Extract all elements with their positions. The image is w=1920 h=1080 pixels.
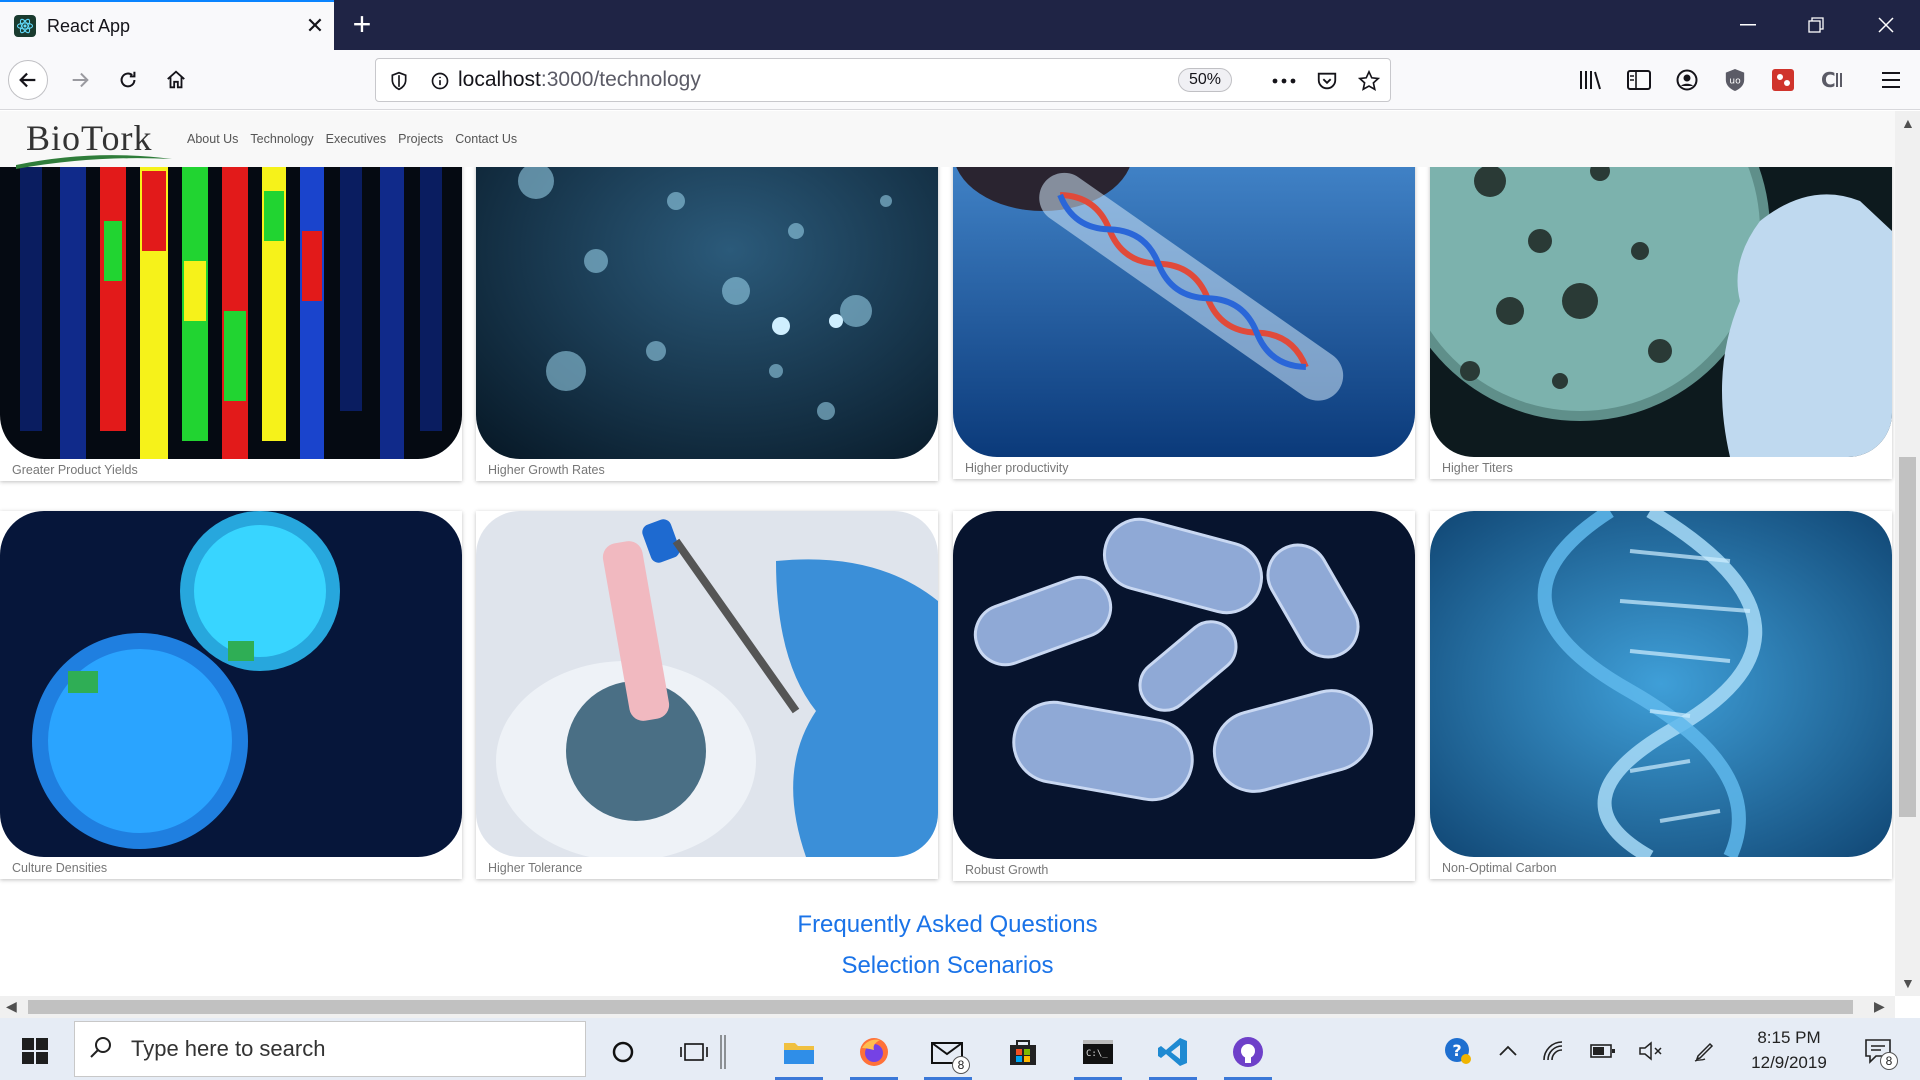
nav-technology[interactable]: Technology <box>250 132 313 146</box>
card-image-bacteria <box>953 511 1415 859</box>
nav-executives[interactable]: Executives <box>326 132 386 146</box>
card-image-dna-helix <box>1430 511 1892 857</box>
biotork-logo[interactable]: BioTork <box>16 117 172 169</box>
show-hidden-icons-chevron-icon[interactable] <box>1493 1038 1523 1064</box>
tech-card-non-optimal-carbon[interactable]: Non-Optimal Carbon <box>1430 511 1892 879</box>
nav-about-us[interactable]: About Us <box>187 132 238 146</box>
zoom-level-badge[interactable]: 50% <box>1178 68 1233 92</box>
menu-icon[interactable] <box>1876 65 1906 95</box>
reload-button[interactable] <box>108 60 148 100</box>
library-icon[interactable] <box>1576 65 1606 95</box>
battery-icon[interactable] <box>1588 1038 1618 1064</box>
taskbar-search-box[interactable]: Type here to search <box>74 1021 586 1077</box>
site-header: BioTork About Us Technology Executives P… <box>0 111 1895 169</box>
help-icon[interactable]: ? <box>1443 1038 1473 1064</box>
browser-toolbar: localhost:3000/technology 50% uo C <box>0 50 1920 110</box>
extension-c-icon[interactable]: C <box>1816 65 1846 95</box>
nav-contact-us[interactable]: Contact Us <box>455 132 517 146</box>
selection-scenarios-link[interactable]: Selection Scenarios <box>0 952 1895 980</box>
scroll-left-arrow-icon[interactable]: ◀ <box>6 998 17 1015</box>
site-nav: About Us Technology Executives Projects … <box>187 132 517 146</box>
notification-count-badge: 8 <box>1880 1052 1898 1070</box>
file-explorer-icon[interactable] <box>769 1024 829 1080</box>
tech-card-culture-densities[interactable]: Culture Densities <box>0 511 462 879</box>
start-button[interactable] <box>12 1034 58 1068</box>
page-actions-icon[interactable] <box>1271 68 1297 94</box>
vertical-scroll-thumb[interactable] <box>1899 457 1916 817</box>
close-window-button[interactable] <box>1852 0 1920 50</box>
info-icon[interactable] <box>427 68 453 94</box>
tab-title: React App <box>47 15 131 36</box>
back-button[interactable] <box>8 60 48 100</box>
search-placeholder: Type here to search <box>131 1036 326 1061</box>
windows-taskbar: Type here to search 8 C:\_ ? 8:15 PM 12/… <box>0 1018 1920 1080</box>
card-caption: Non-Optimal Carbon <box>1442 861 1557 875</box>
url-path: :3000/technology <box>540 68 701 91</box>
react-icon <box>14 15 36 37</box>
card-image-cryo-vial <box>476 511 938 857</box>
bookmark-star-icon[interactable] <box>1356 68 1382 94</box>
github-desktop-icon[interactable] <box>1218 1024 1278 1080</box>
sidebar-icon[interactable] <box>1624 65 1654 95</box>
volume-muted-icon[interactable] <box>1636 1038 1666 1064</box>
scroll-up-arrow-icon[interactable]: ▲ <box>1901 115 1915 131</box>
account-icon[interactable] <box>1672 65 1702 95</box>
microsoft-store-icon[interactable] <box>993 1024 1053 1080</box>
card-caption: Higher Titers <box>1442 461 1513 475</box>
url-bar[interactable]: localhost:3000/technology 50% <box>375 58 1391 102</box>
ublock-extension-icon[interactable]: uo <box>1720 65 1750 95</box>
scroll-right-arrow-icon[interactable]: ▶ <box>1874 998 1885 1015</box>
home-button[interactable] <box>156 60 196 100</box>
pen-icon[interactable] <box>1690 1038 1720 1064</box>
extension-red-icon[interactable] <box>1768 65 1798 95</box>
svg-text:?: ? <box>1452 1041 1461 1060</box>
tech-card-higher-tolerance[interactable]: Higher Tolerance <box>476 511 938 879</box>
taskbar-separator <box>713 1024 733 1080</box>
card-caption: Higher productivity <box>965 461 1069 475</box>
clock-time: 8:15 PM <box>1757 1028 1821 1047</box>
page-viewport: Greater Product Yields Higher Growth Rat… <box>0 111 1895 996</box>
firefox-icon[interactable] <box>844 1024 904 1080</box>
system-clock[interactable]: 8:15 PM 12/9/2019 <box>1724 1025 1854 1075</box>
search-icon <box>89 1035 113 1064</box>
url-text[interactable]: localhost:3000/technology <box>458 68 1390 92</box>
faq-link[interactable]: Frequently Asked Questions <box>0 911 1895 939</box>
svg-text:C: C <box>1821 68 1836 92</box>
network-icon[interactable] <box>1540 1038 1570 1064</box>
mail-count-badge: 8 <box>952 1056 970 1074</box>
cortana-icon[interactable] <box>593 1024 653 1080</box>
card-caption: Culture Densities <box>12 861 108 875</box>
scroll-down-arrow-icon[interactable]: ▼ <box>1901 975 1915 991</box>
card-caption: Higher Growth Rates <box>488 463 605 477</box>
card-image-glowing-plates <box>0 511 462 857</box>
pocket-icon[interactable] <box>1314 68 1340 94</box>
svg-text:uo: uo <box>1729 76 1741 87</box>
close-tab-icon[interactable]: ✕ <box>296 13 334 39</box>
browser-titlebar: React App ✕ + <box>0 0 1920 50</box>
clock-date: 12/9/2019 <box>1751 1053 1827 1072</box>
card-caption: Higher Tolerance <box>488 861 583 875</box>
minimize-button[interactable] <box>1714 0 1782 50</box>
nav-projects[interactable]: Projects <box>398 132 443 146</box>
restore-button[interactable] <box>1782 0 1850 50</box>
shield-icon[interactable] <box>386 68 412 94</box>
terminal-icon[interactable]: C:\_ <box>1068 1024 1128 1080</box>
svg-text:C:\_: C:\_ <box>1086 1049 1108 1059</box>
card-caption: Robust Growth <box>965 863 1049 877</box>
card-caption: Greater Product Yields <box>12 463 138 477</box>
tech-card-robust-growth[interactable]: Robust Growth <box>953 511 1415 881</box>
new-tab-button[interactable]: + <box>344 6 380 42</box>
action-center-icon[interactable]: 8 <box>1856 1038 1900 1070</box>
url-host: localhost <box>458 68 541 91</box>
horizontal-scroll-thumb[interactable] <box>28 1000 1853 1014</box>
mail-icon[interactable]: 8 <box>918 1024 978 1080</box>
forward-button[interactable] <box>60 60 100 100</box>
vscode-icon[interactable] <box>1143 1024 1203 1080</box>
browser-tab[interactable]: React App ✕ <box>0 0 334 50</box>
